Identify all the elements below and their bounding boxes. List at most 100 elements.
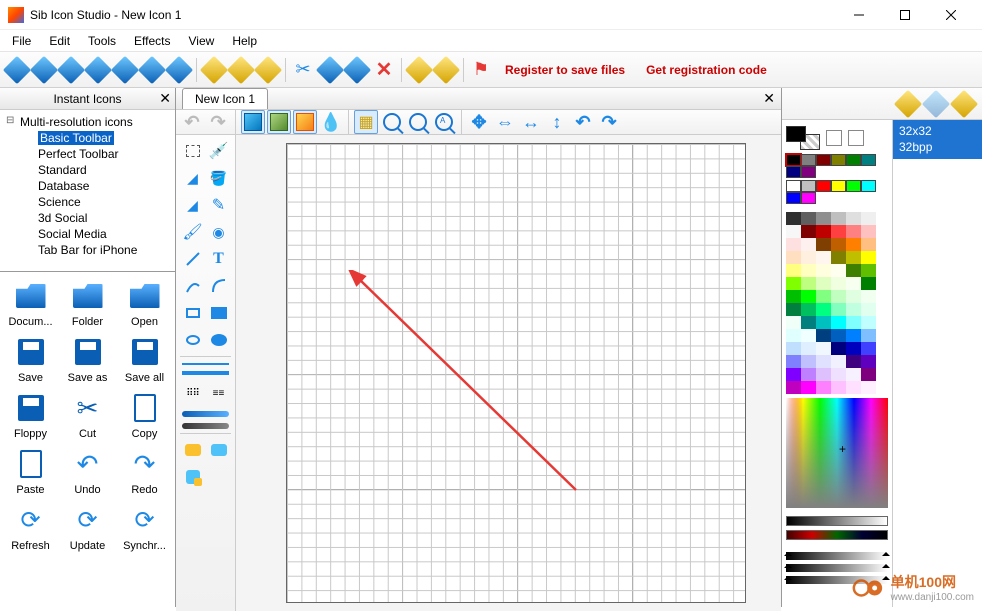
add-format-button[interactable] (896, 92, 920, 116)
palette-swatch[interactable] (816, 381, 831, 394)
toolbar-new-variant-button[interactable] (31, 57, 57, 83)
menu-effects[interactable]: Effects (126, 32, 178, 50)
palette-swatch[interactable] (816, 342, 831, 355)
palette-swatch[interactable] (786, 368, 801, 381)
color-swatch[interactable] (801, 180, 816, 192)
default-colors-icon[interactable] (848, 130, 864, 146)
palette-swatch[interactable] (846, 342, 861, 355)
toolbar-saveas-button[interactable] (112, 57, 138, 83)
palette-swatch[interactable] (861, 238, 876, 251)
palette-swatch[interactable] (816, 264, 831, 277)
action-synchr-[interactable]: ⟳Synchr... (119, 502, 171, 552)
action-open[interactable]: Open (119, 278, 171, 328)
palette-swatch[interactable] (861, 251, 876, 264)
action-update[interactable]: ⟳Update (62, 502, 114, 552)
palette-swatch[interactable] (861, 316, 876, 329)
color-swatch[interactable] (786, 154, 801, 166)
color-swatch[interactable] (801, 192, 816, 204)
rect-outline-tool[interactable] (181, 301, 205, 325)
format-options-button[interactable] (952, 92, 976, 116)
palette-swatch[interactable] (831, 238, 846, 251)
palette-swatch[interactable] (786, 225, 801, 238)
icon-format-list[interactable]: 32x32 32bpp (892, 120, 982, 607)
palette-swatch[interactable] (801, 238, 816, 251)
tree-item[interactable]: Standard (24, 162, 173, 178)
palette-swatch[interactable] (816, 329, 831, 342)
menu-view[interactable]: View (181, 32, 223, 50)
swap-colors-icon[interactable] (826, 130, 842, 146)
grayscale-slider[interactable] (786, 516, 888, 526)
palette-swatch[interactable] (786, 355, 801, 368)
palette-swatch[interactable] (846, 316, 861, 329)
palette-swatch[interactable] (801, 212, 816, 225)
color-swatch[interactable] (801, 154, 816, 166)
pencil-tool[interactable]: ✎ (207, 193, 231, 217)
palette-swatch[interactable] (846, 290, 861, 303)
foreground-color-swatch[interactable] (786, 126, 806, 142)
palette-swatch[interactable] (831, 264, 846, 277)
zoom-out-button[interactable] (406, 110, 430, 134)
color-swatch[interactable] (861, 180, 876, 192)
tree-item[interactable]: Social Media (24, 226, 173, 242)
menu-tools[interactable]: Tools (80, 32, 124, 50)
toolbar-library2-button[interactable] (406, 57, 432, 83)
shape-lib-1[interactable] (181, 438, 205, 462)
palette-swatch[interactable] (861, 368, 876, 381)
document-tabs-close-button[interactable]: ✕ (763, 90, 775, 107)
action-refresh[interactable]: ⟳Refresh (5, 502, 57, 552)
toolbar-cut-button[interactable]: ✂ (290, 57, 316, 83)
layer-yellow-button[interactable] (293, 110, 317, 134)
document-tab[interactable]: New Icon 1 (182, 88, 268, 109)
menu-edit[interactable]: Edit (41, 32, 78, 50)
color-swatch[interactable] (816, 154, 831, 166)
palette-swatch[interactable] (816, 316, 831, 329)
palette-swatch[interactable] (831, 277, 846, 290)
toolbar-paste-button[interactable] (344, 57, 370, 83)
palette-swatch[interactable] (846, 225, 861, 238)
brush-tool[interactable]: 🖌 (181, 220, 205, 244)
palette-swatch[interactable] (801, 329, 816, 342)
palette-swatch[interactable] (846, 264, 861, 277)
toolbar-package-add-button[interactable] (255, 57, 281, 83)
palette-swatch[interactable] (801, 303, 816, 316)
ellipse-fill-tool[interactable] (207, 328, 231, 352)
shape-lib-2[interactable] (207, 438, 231, 462)
palette-swatch[interactable] (861, 264, 876, 277)
palette-swatch[interactable] (861, 303, 876, 316)
fg-bg-swatch[interactable] (786, 124, 888, 152)
palette-swatch[interactable] (846, 381, 861, 394)
toolbar-library3-button[interactable] (433, 57, 459, 83)
palette-swatch[interactable] (861, 355, 876, 368)
palette-swatch[interactable] (816, 238, 831, 251)
palette-swatch[interactable] (816, 290, 831, 303)
palette-swatch[interactable] (861, 342, 876, 355)
rotate-cw-button[interactable]: ↷ (597, 110, 621, 134)
tree-item[interactable]: Science (24, 194, 173, 210)
palette-swatch[interactable] (816, 225, 831, 238)
action-paste[interactable]: Paste (5, 446, 57, 496)
palette-swatch[interactable] (831, 355, 846, 368)
drop-tool-button[interactable]: 💧 (319, 110, 343, 134)
menu-file[interactable]: File (4, 32, 39, 50)
format-item-selected[interactable]: 32x32 32bpp (893, 120, 982, 159)
action-docum-[interactable]: Docum... (5, 278, 57, 328)
palette-swatch[interactable] (786, 342, 801, 355)
palette-swatch[interactable] (846, 355, 861, 368)
icon-category-tree[interactable]: Multi-resolution icons Basic ToolbarPerf… (0, 110, 175, 272)
palette-swatch[interactable] (786, 290, 801, 303)
palette-swatch[interactable] (786, 303, 801, 316)
flip-h-button[interactable]: ⇔ (493, 110, 517, 134)
palette-swatch[interactable] (816, 368, 831, 381)
menu-help[interactable]: Help (224, 32, 265, 50)
spray-tool[interactable]: ◉ (207, 220, 231, 244)
toolbar-export-button[interactable] (139, 57, 165, 83)
action-cut[interactable]: ✂Cut (62, 390, 114, 440)
resize-v-button[interactable]: ↕ (545, 110, 569, 134)
palette-swatch[interactable] (846, 277, 861, 290)
toolbar-new-button[interactable] (4, 57, 30, 83)
palette-swatch[interactable] (846, 212, 861, 225)
palette-swatch[interactable] (831, 303, 846, 316)
palette-swatch[interactable] (831, 368, 846, 381)
ellipse-outline-tool[interactable] (181, 328, 205, 352)
palette-swatch[interactable] (801, 264, 816, 277)
